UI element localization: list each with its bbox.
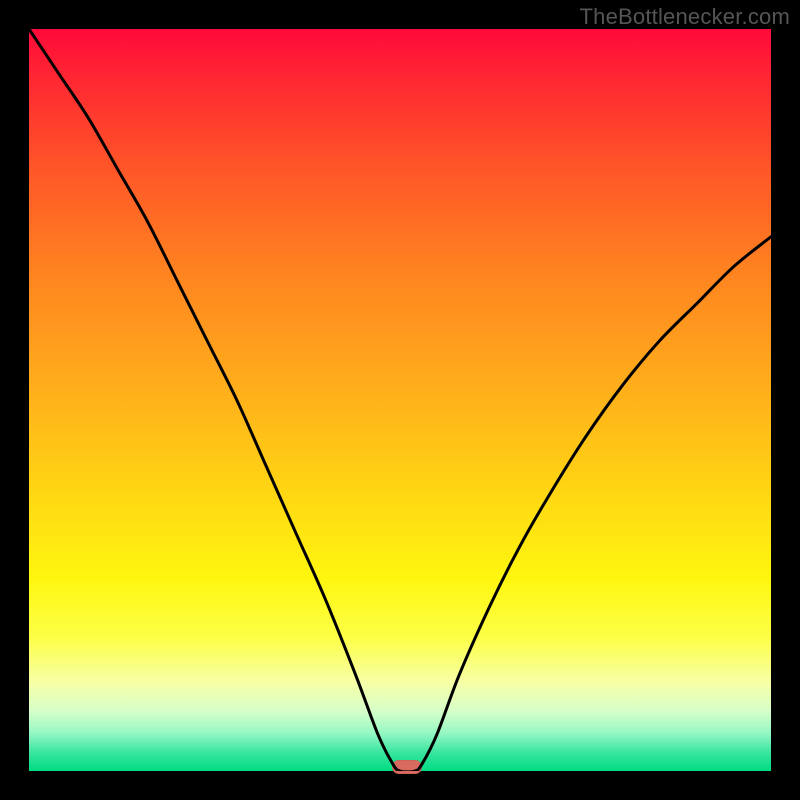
watermark-text: TheBottlenecker.com <box>580 4 790 30</box>
plot-area <box>29 29 771 771</box>
chart-frame: TheBottlenecker.com <box>0 0 800 800</box>
bottleneck-curve <box>29 29 771 771</box>
